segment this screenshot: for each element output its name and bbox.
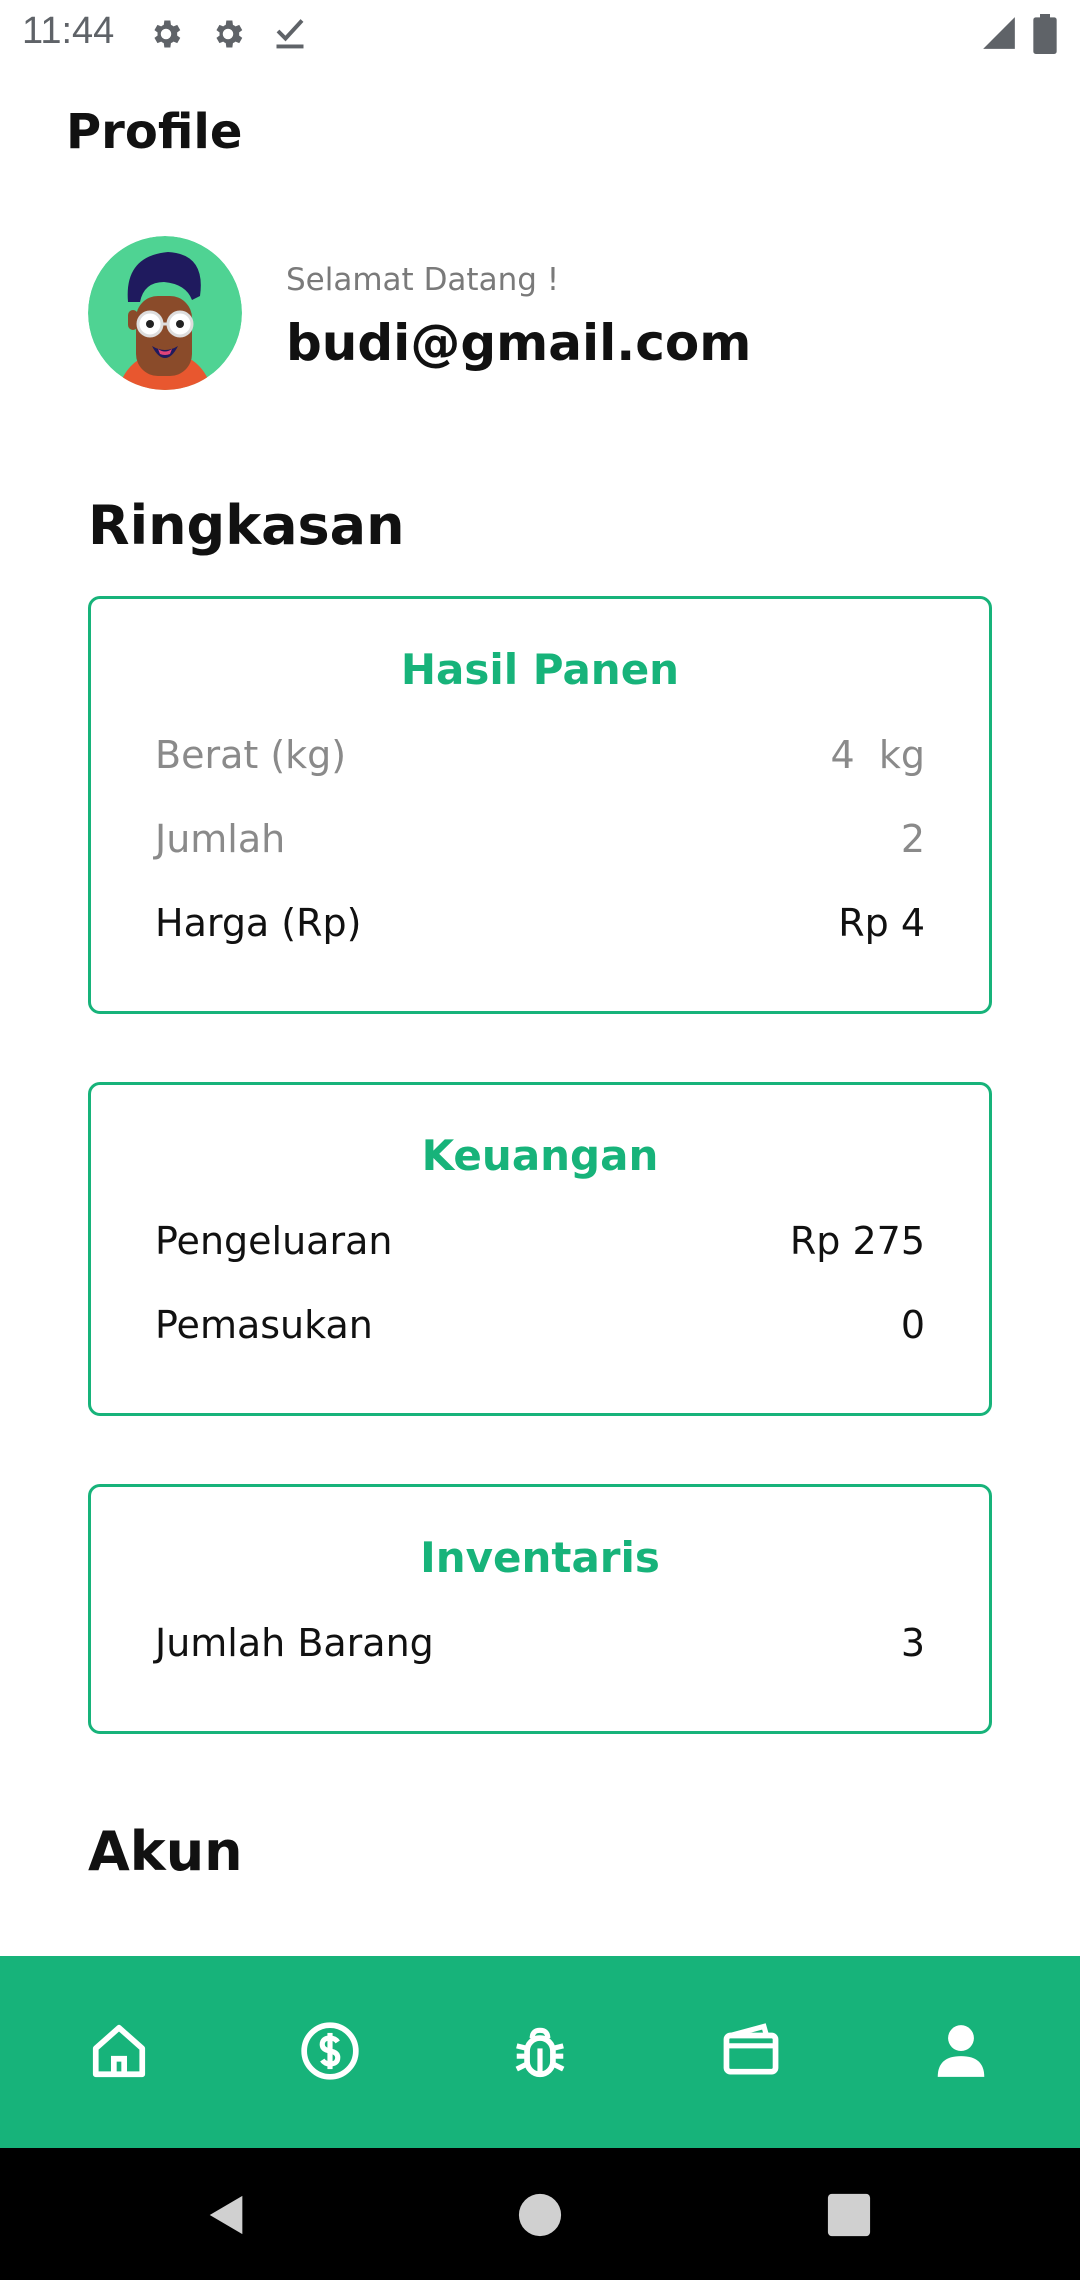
row-value: 3 [900, 1621, 925, 1665]
finance-row-expense: Pengeluaran Rp 275 [155, 1219, 925, 1263]
row-label: Harga (Rp) [155, 901, 362, 945]
user-email: budi@gmail.com [286, 314, 752, 372]
bottom-nav [0, 1956, 1080, 2148]
status-bar: 11:44 [0, 0, 1080, 66]
dollar-icon [301, 2022, 359, 2080]
row-label: Berat (kg) [155, 733, 347, 777]
page-title: Profile [66, 104, 243, 160]
row-value: 0 [900, 1303, 925, 1347]
person-icon [937, 2025, 985, 2077]
checkmark-download-icon [276, 19, 304, 49]
inventory-card-title: Inventaris [420, 1533, 660, 1582]
gear-icon [216, 20, 243, 48]
row-value: Rp 275 [789, 1219, 925, 1263]
nav-finance[interactable] [285, 2006, 375, 2096]
finance-card[interactable]: Keuangan Pengeluaran Rp 275 Pemasukan 0 [88, 1082, 992, 1416]
row-label: Jumlah [155, 817, 286, 861]
row-label: Jumlah Barang [155, 1621, 434, 1665]
recents-icon[interactable] [826, 2192, 872, 2238]
nav-home[interactable] [74, 2006, 164, 2096]
account-title: Akun [88, 1820, 243, 1883]
nav-profile[interactable] [916, 2006, 1006, 2096]
harvest-card[interactable]: Hasil Panen Berat (kg) 4 kg Jumlah 2 Har… [88, 596, 992, 1014]
gear-icon [154, 20, 181, 48]
row-label: Pemasukan [155, 1303, 373, 1347]
inventory-row-items: Jumlah Barang 3 [155, 1621, 925, 1665]
harvest-row-weight: Berat (kg) 4 kg [155, 733, 925, 777]
finance-row-income: Pemasukan 0 [155, 1303, 925, 1347]
nav-pest[interactable] [495, 2006, 585, 2096]
status-time: 11:44 [22, 10, 115, 52]
harvest-row-price: Harga (Rp) Rp 4 [155, 901, 925, 945]
finance-card-title: Keuangan [421, 1131, 659, 1180]
home-nav-icon[interactable] [517, 2192, 563, 2238]
row-value: Rp 4 [838, 901, 925, 945]
wallet-icon [723, 2023, 779, 2075]
welcome-text: Selamat Datang ! [286, 262, 560, 298]
row-value: 2 [900, 817, 925, 861]
harvest-card-title: Hasil Panen [400, 645, 680, 694]
inventory-card[interactable]: Inventaris Jumlah Barang 3 [88, 1484, 992, 1734]
row-label: Pengeluaran [155, 1219, 393, 1263]
battery-icon [1033, 14, 1057, 54]
home-icon [92, 2024, 146, 2078]
bug-icon [515, 2027, 565, 2078]
back-icon[interactable] [204, 2192, 250, 2238]
harvest-row-count: Jumlah 2 [155, 817, 925, 861]
summary-title: Ringkasan [88, 494, 405, 557]
avatar[interactable] [88, 236, 242, 390]
nav-wallet[interactable] [706, 2006, 796, 2096]
row-value: 4 kg [830, 733, 925, 777]
system-nav-bar [0, 2148, 1080, 2280]
signal-icon [983, 17, 1015, 49]
